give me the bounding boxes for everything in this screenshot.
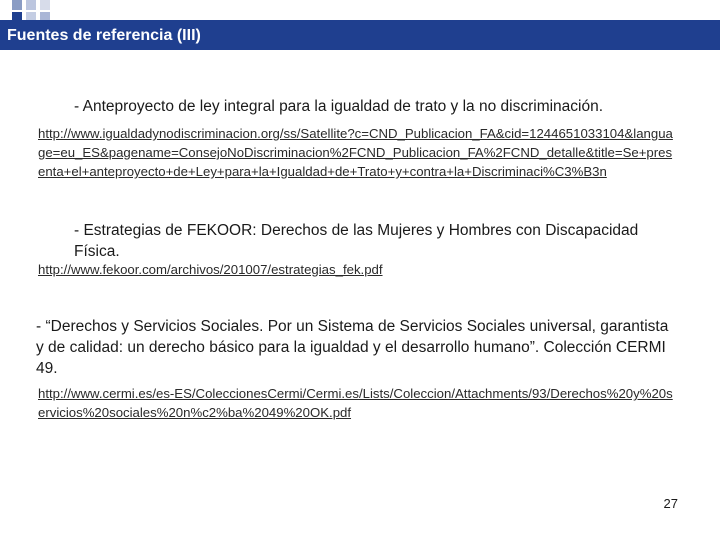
reference-title: - Anteproyecto de ley integral para la i…: [74, 98, 604, 115]
page-number: 27: [663, 496, 678, 511]
reference-title: - Estrategias de FEKOOR: Derechos de las…: [74, 222, 639, 260]
reference-link[interactable]: http://www.cermi.es/es-ES/ColeccionesCer…: [38, 384, 678, 422]
reference-link[interactable]: http://www.fekoor.com/archivos/201007/es…: [38, 260, 678, 279]
slide-title: Fuentes de referencia (III): [7, 27, 201, 44]
decorative-square: [40, 0, 50, 10]
decorative-square: [26, 0, 36, 10]
decorative-square: [12, 0, 22, 10]
reference-title: - “Derechos y Servicios Sociales. Por un…: [36, 318, 669, 377]
reference-link[interactable]: http://www.igualdadynodiscriminacion.org…: [38, 124, 678, 181]
